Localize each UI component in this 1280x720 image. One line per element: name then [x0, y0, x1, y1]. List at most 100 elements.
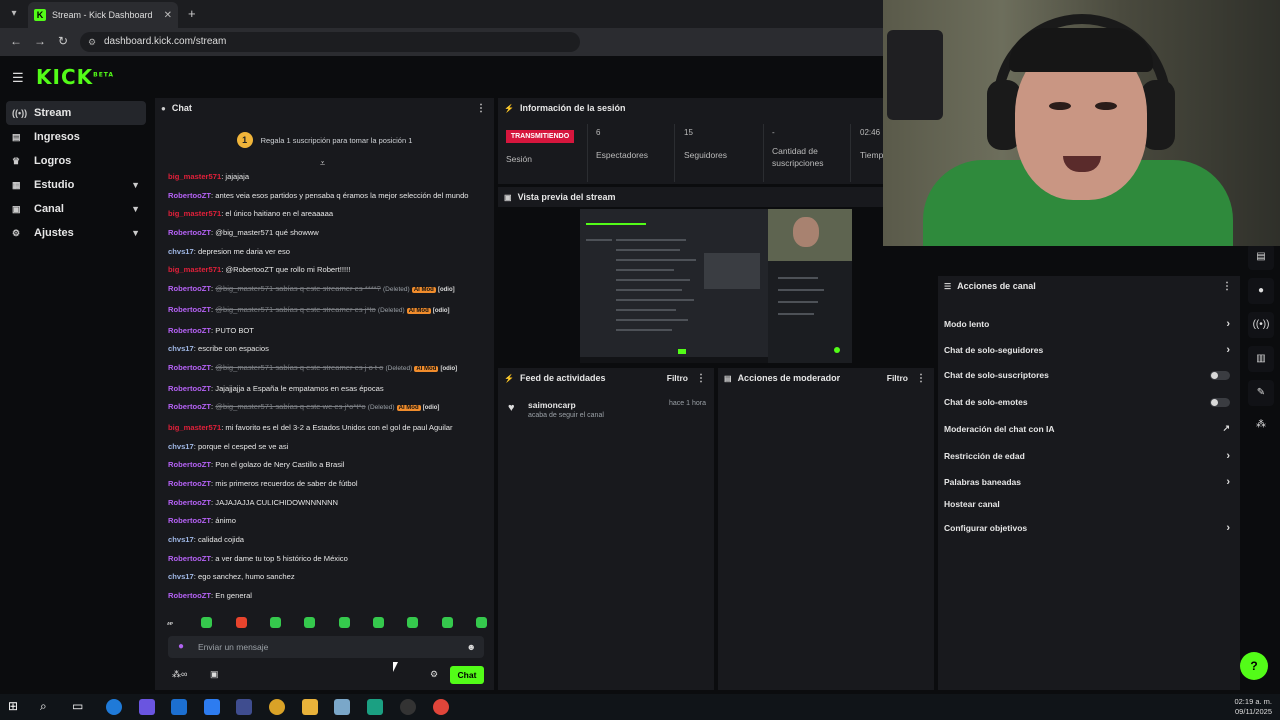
menu-icon[interactable]: ☰: [12, 70, 24, 86]
chat-username[interactable]: chvs17: [168, 535, 194, 544]
chat-message[interactable]: RobertooZT: @big_master571 sabías q este…: [168, 305, 488, 316]
message-input[interactable]: ● Enviar un mensaje ☻: [168, 636, 484, 658]
channel-action-item[interactable]: Chat de solo-seguidores ›: [944, 344, 1230, 356]
close-tab-icon[interactable]: ✕: [164, 10, 172, 21]
browser-tab[interactable]: K Stream - Kick Dashboard ✕: [28, 2, 178, 28]
reload-icon[interactable]: ↻: [58, 34, 68, 48]
chat-username[interactable]: chvs17: [168, 247, 194, 256]
channel-action-item[interactable]: Palabras baneadas ›: [944, 476, 1230, 488]
emoji-icon[interactable]: ☻: [467, 636, 476, 658]
chat-username[interactable]: RobertooZT: [168, 326, 211, 335]
more-options-icon[interactable]: ⋮: [916, 373, 926, 384]
store-icon[interactable]: [204, 699, 220, 715]
send-chat-button[interactable]: Chat: [450, 666, 484, 684]
emote-icon[interactable]: [201, 616, 213, 628]
list-icon[interactable]: ▥: [1248, 346, 1274, 372]
forward-icon[interactable]: →: [34, 34, 46, 48]
copilot-icon[interactable]: [139, 699, 155, 715]
more-options-icon[interactable]: ⋮: [476, 103, 486, 114]
sidebar-item-stream[interactable]: ((•)) Stream: [6, 101, 146, 125]
browser-icon[interactable]: [269, 699, 285, 715]
chat-message[interactable]: RobertooZT: antes veia esos partidos y p…: [168, 191, 488, 200]
search-icon[interactable]: ⌕: [40, 699, 56, 715]
chat-username[interactable]: RobertooZT: [168, 498, 211, 507]
app-icon[interactable]: [367, 699, 383, 715]
chat-message[interactable]: RobertooZT: @big_master571 qué showww: [168, 228, 488, 237]
chat-message[interactable]: chvs17: porque el cesped se ve asi: [168, 442, 488, 451]
sidebar-item-canal[interactable]: ▣ Canal ▼: [6, 197, 146, 221]
settings-gear-icon[interactable]: ⚙: [430, 669, 438, 680]
chat-message[interactable]: big_master571: el único haitiano en el a…: [168, 209, 488, 218]
channel-action-item[interactable]: Restricción de edad ›: [944, 450, 1230, 462]
chat-message[interactable]: RobertooZT: Pon el golazo de Nery Castil…: [168, 460, 488, 469]
url-bar[interactable]: ⚙ dashboard.kick.com/stream: [80, 32, 580, 52]
chat-username[interactable]: RobertooZT: [168, 479, 211, 488]
broadcast-icon[interactable]: ((•)): [1248, 312, 1274, 338]
chat-message[interactable]: chvs17: depresion me daria ver eso: [168, 247, 488, 256]
app-icon[interactable]: [236, 699, 252, 715]
gift-icon[interactable]: ▣: [210, 669, 219, 680]
channel-action-item[interactable]: Chat de solo-emotes: [944, 397, 1230, 407]
emote-icon[interactable]: [304, 616, 316, 628]
toggle-switch[interactable]: [1210, 370, 1230, 380]
chat-message[interactable]: big_master571: mi favorito es el del 3-2…: [168, 423, 488, 432]
obs-icon[interactable]: [400, 699, 416, 715]
chat-message[interactable]: chvs17: ego sanchez, humo sanchez: [168, 572, 488, 581]
chat-message[interactable]: RobertooZT: mis primeros recuerdos de sa…: [168, 479, 488, 488]
chat-message[interactable]: RobertooZT: @big_master571 sabías q este…: [168, 284, 488, 295]
chat-message[interactable]: RobertooZT: JAJAJAJJA CULICHIDOWNNNNNN: [168, 498, 488, 507]
feed-filter-button[interactable]: Filtro: [667, 373, 688, 383]
emote-icon[interactable]: [475, 616, 487, 628]
app-icon[interactable]: [334, 699, 350, 715]
kick-logo[interactable]: KICKBETA: [36, 65, 114, 89]
chat-username[interactable]: chvs17: [168, 442, 194, 451]
chat-message[interactable]: chvs17: calidad cojida: [168, 535, 488, 544]
new-tab-icon[interactable]: +: [188, 6, 196, 21]
chat-username[interactable]: big_master571: [168, 265, 221, 274]
moderator-filter-button[interactable]: Filtro: [887, 373, 908, 383]
emote-icon[interactable]: [235, 616, 247, 628]
channel-action-item[interactable]: Modo lento ›: [944, 318, 1230, 330]
chat-username[interactable]: big_master571: [168, 423, 221, 432]
chat-message[interactable]: chvs17: escribe con espacios: [168, 344, 488, 353]
chat-message[interactable]: RobertooZT: @big_master571 sabías q este…: [168, 402, 488, 413]
folder-icon[interactable]: [302, 699, 318, 715]
channel-action-item[interactable]: Hostear canal: [944, 499, 1230, 509]
chat-icon[interactable]: ●: [1248, 278, 1274, 304]
chat-message[interactable]: RobertooZT: a ver dame tu top 5 históric…: [168, 554, 488, 563]
emote-icon[interactable]: [372, 616, 384, 628]
emote-icon[interactable]: [269, 616, 281, 628]
chat-username[interactable]: RobertooZT: [168, 191, 211, 200]
toggle-switch[interactable]: [1210, 397, 1230, 407]
windows-start-icon[interactable]: ⊞: [8, 699, 24, 715]
chat-message[interactable]: big_master571: @RobertooZT que rollo mi …: [168, 265, 488, 274]
chat-username[interactable]: RobertooZT: [168, 228, 211, 237]
notes-icon[interactable]: ▤: [1248, 244, 1274, 270]
more-options-icon[interactable]: ⋮: [1222, 281, 1232, 292]
chat-username[interactable]: RobertooZT: [168, 363, 211, 372]
chat-message[interactable]: RobertooZT: PUTO BOT: [168, 326, 488, 335]
sub-gift-banner[interactable]: 1 Regala 1 suscripción para tomar la pos…: [155, 126, 494, 154]
sidebar-item-ajustes[interactable]: ⚙ Ajustes ▼: [6, 221, 146, 245]
pinned-toggle-icon[interactable]: ⩡: [320, 158, 325, 169]
emote-icon[interactable]: 𝓌: [167, 617, 178, 628]
site-info-icon[interactable]: ⚙: [88, 32, 96, 52]
emote-icon[interactable]: [441, 616, 453, 628]
chrome-icon[interactable]: [433, 699, 449, 715]
task-view-icon[interactable]: ▭: [72, 699, 88, 715]
mail-icon[interactable]: [171, 699, 187, 715]
chat-message[interactable]: big_master571: jajajaja: [168, 172, 488, 181]
chat-username[interactable]: chvs17: [168, 572, 194, 581]
chat-username[interactable]: big_master571: [168, 209, 221, 218]
channel-action-item[interactable]: Chat de solo-suscriptores: [944, 370, 1230, 380]
microphone-icon[interactable]: ●: [178, 636, 184, 658]
help-chat-button[interactable]: ?: [1240, 652, 1268, 680]
tab-search-icon[interactable]: ▾: [6, 6, 22, 22]
chat-username[interactable]: chvs17: [168, 344, 194, 353]
kick-points-icon[interactable]: ⁂∞: [172, 669, 187, 680]
edge-icon[interactable]: [106, 699, 122, 715]
chat-username[interactable]: RobertooZT: [168, 516, 211, 525]
emote-icon[interactable]: [407, 616, 419, 628]
channel-action-item[interactable]: Configurar objetivos ›: [944, 522, 1230, 534]
more-options-icon[interactable]: ⋮: [696, 373, 706, 384]
